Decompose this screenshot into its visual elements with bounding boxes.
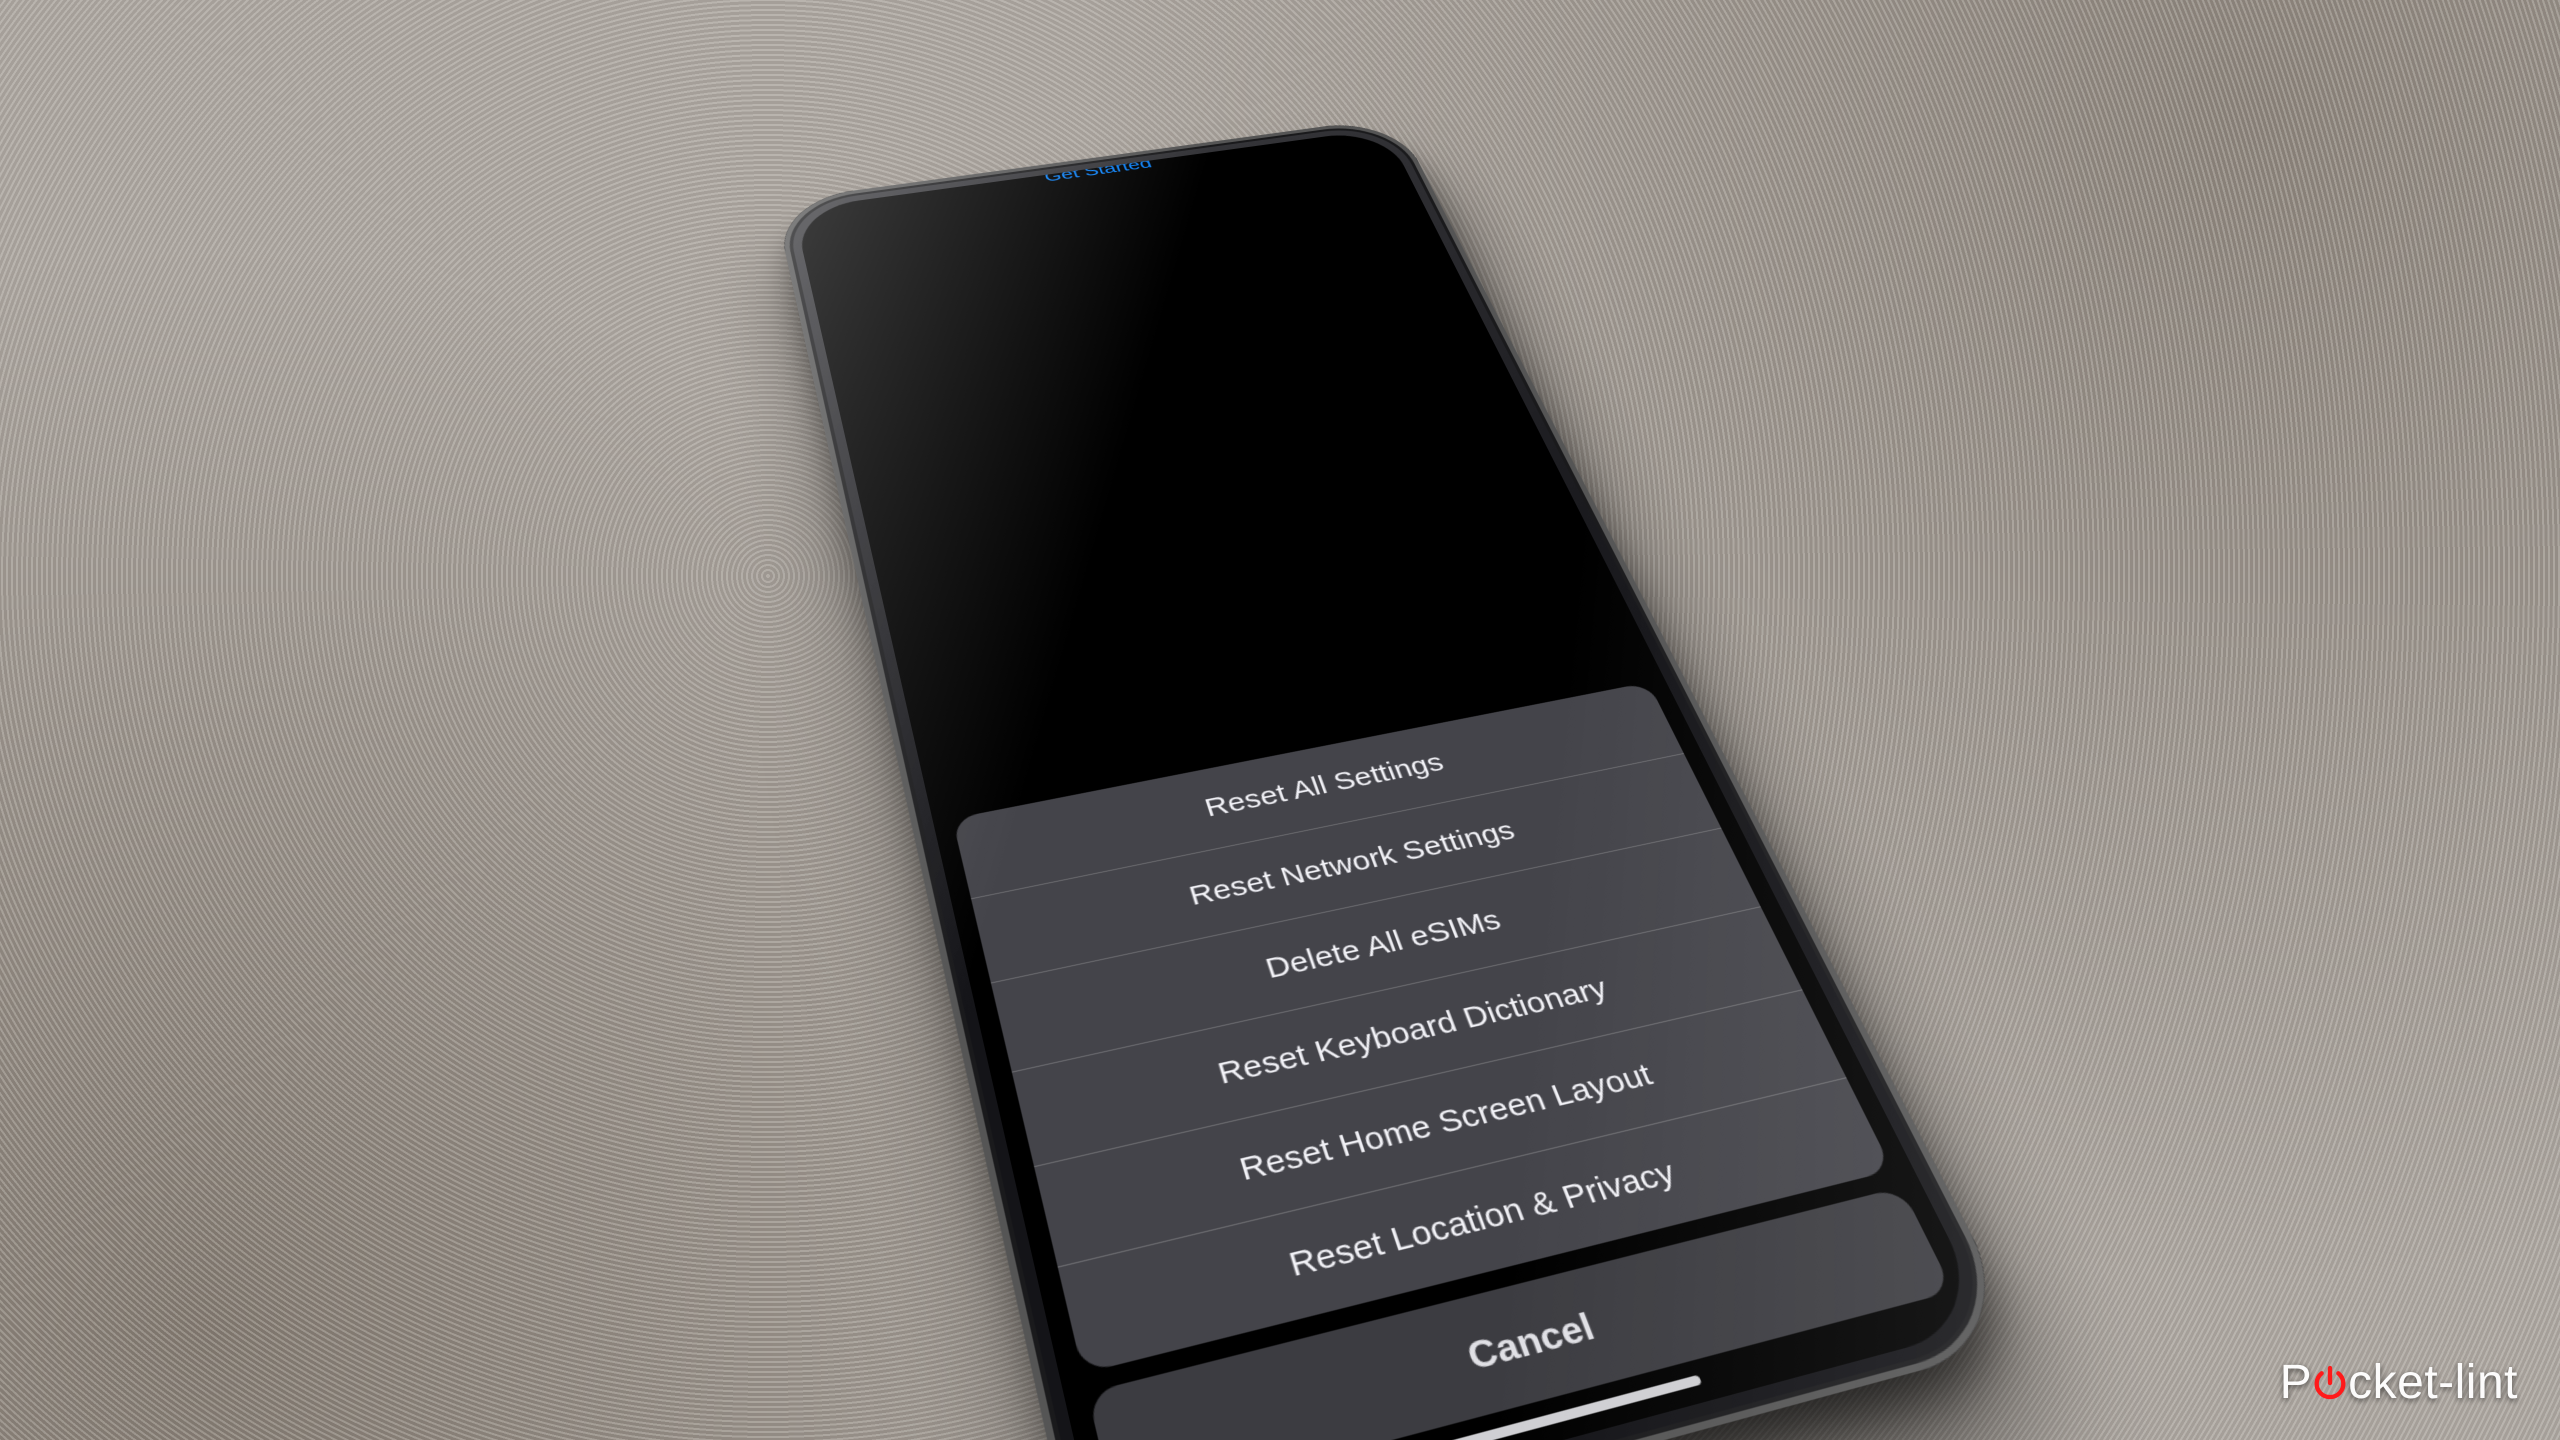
photo-backdrop: Prepare for New iPhone Make sure everyth… [0, 0, 2560, 1440]
iphone-device-frame: Prepare for New iPhone Make sure everyth… [774, 117, 2027, 1440]
power-icon [2310, 1363, 2350, 1403]
promo-title: Prepare for New iPhone [808, 129, 1336, 159]
reset-action-sheet: Reset All Settings Reset Network Setting… [933, 679, 1993, 1440]
get-started-link[interactable]: Get Started [1042, 156, 1154, 186]
iphone-screen: Prepare for New iPhone Make sure everyth… [793, 129, 1992, 1440]
watermark-suffix: cket-lint [2348, 1355, 2518, 1410]
watermark-prefix: P [2280, 1355, 2313, 1410]
pocket-lint-watermark: P cket-lint [2280, 1355, 2518, 1410]
